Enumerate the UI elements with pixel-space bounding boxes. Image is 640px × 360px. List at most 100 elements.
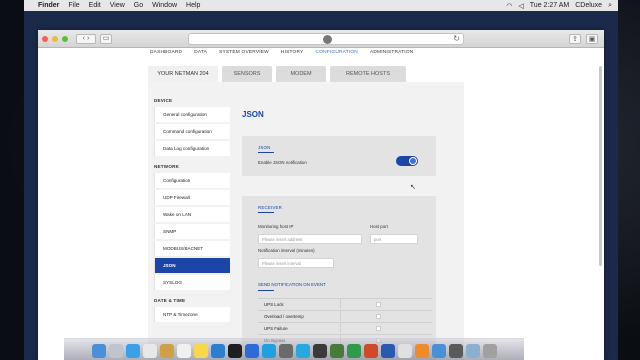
trash-icon[interactable] <box>482 344 497 358</box>
sidebar-item-json[interactable]: JSON <box>154 258 230 273</box>
volume-icon[interactable]: ◁ <box>518 2 523 10</box>
launchpad-icon[interactable] <box>108 344 123 358</box>
sidebar-item-data-log-configuration[interactable]: Data Log configuration <box>154 141 230 156</box>
zoom-window-icon[interactable] <box>62 35 68 42</box>
sidebar-item-modbus-bacnet[interactable]: MODBUS/BACNET <box>154 241 230 256</box>
sidebar-item-general-configuration[interactable]: General configuration <box>154 107 230 122</box>
event-row-ups-failure: UPS Failure <box>258 322 432 333</box>
section-network-title: NETWORK <box>154 164 180 169</box>
preview-icon[interactable] <box>397 344 412 358</box>
skype-icon[interactable] <box>261 344 276 358</box>
tab-remote-hosts[interactable]: REMOTE HOSTS <box>330 66 406 82</box>
app-store-icon[interactable] <box>244 344 259 358</box>
notes-icon[interactable] <box>193 344 208 358</box>
back-icon[interactable]: ‹ <box>83 35 85 42</box>
sidebar-item-wake-on-lan[interactable]: Wake on LAN <box>154 207 230 222</box>
interval-input[interactable]: Please insert interval <box>258 258 334 268</box>
menubar-user[interactable]: CDeluxe <box>575 2 602 9</box>
nav-administration[interactable]: ADMINISTRATION <box>370 50 413 55</box>
excel-icon[interactable] <box>346 344 361 358</box>
photoshop-icon[interactable] <box>295 344 310 358</box>
sidebar-toggle-icon[interactable]: ▭ <box>100 33 112 44</box>
json-panel: JSON Enable JSON notification <box>242 136 436 176</box>
column-divider <box>340 299 341 309</box>
enable-json-label: Enable JSON notification <box>258 160 307 165</box>
nav-history[interactable]: HISTORY <box>281 50 304 55</box>
sidebar-item-snmp[interactable]: SNMP <box>154 224 230 239</box>
webpage: DASHBOARD DATA SYSTEM OVERVIEW HISTORY C… <box>38 48 604 360</box>
events-underline <box>258 290 274 291</box>
receiver-panel-underline <box>258 212 274 213</box>
safari-icon[interactable] <box>125 344 140 358</box>
host-port-input[interactable]: port <box>370 234 418 244</box>
word-icon[interactable] <box>380 344 395 358</box>
back-forward-buttons[interactable]: ‹ › <box>76 33 96 44</box>
forward-icon[interactable]: › <box>87 35 89 42</box>
sidebar-item-syslog[interactable]: SYSLOG <box>154 275 230 290</box>
mouse-cursor-icon: ↖ <box>410 184 416 191</box>
browser-toolbar: ‹ › ▭ ↻ ⇪ ▣ <box>38 30 604 48</box>
sidebar-item-ntp-timezone[interactable]: NTP & Timezone <box>154 307 230 322</box>
host-ip-input[interactable]: Please insert address <box>258 234 362 244</box>
close-window-icon[interactable] <box>42 35 48 42</box>
interval-label: Notification interval (minutes) <box>258 248 315 253</box>
calendar-icon[interactable] <box>176 344 191 358</box>
mail-icon[interactable] <box>142 344 157 358</box>
config-sidebar: DEVICE General configuration Command con… <box>154 92 230 324</box>
screen: Finder File Edit View Go Window Help ◠ ◁… <box>24 0 618 360</box>
nav-configuration[interactable]: CONFIGURATION <box>315 50 357 55</box>
app-icon[interactable] <box>210 344 225 358</box>
menubar-clock[interactable]: Tue 2:27 AM <box>530 2 569 9</box>
nav-dashboard[interactable]: DASHBOARD <box>150 50 182 55</box>
terminal-icon[interactable] <box>227 344 242 358</box>
address-bar[interactable]: ↻ <box>188 33 464 45</box>
app-icon[interactable] <box>448 344 463 358</box>
firefox-icon[interactable] <box>414 344 429 358</box>
json-panel-underline <box>258 152 274 153</box>
event-checkbox[interactable] <box>376 326 381 331</box>
menu-finder[interactable]: Finder <box>38 2 59 9</box>
page-scrollbar[interactable] <box>599 66 602 266</box>
menu-file[interactable]: File <box>68 2 79 9</box>
dreamweaver-icon[interactable] <box>329 344 344 358</box>
nav-system-overview[interactable]: SYSTEM OVERVIEW <box>219 50 269 55</box>
config-tabs: YOUR NETMAN 204 SENSORS MODEM REMOTE HOS… <box>148 66 406 82</box>
menu-window[interactable]: Window <box>152 2 177 9</box>
menu-go[interactable]: Go <box>134 2 143 9</box>
app-icon[interactable] <box>312 344 327 358</box>
nav-data[interactable]: DATA <box>194 50 207 55</box>
top-navigation: DASHBOARD DATA SYSTEM OVERVIEW HISTORY C… <box>150 50 413 55</box>
sidebar-item-command-configuration[interactable]: Command configuration <box>154 124 230 139</box>
event-checkbox[interactable] <box>376 314 381 319</box>
reload-icon[interactable]: ↻ <box>453 34 460 43</box>
tabs-overview-icon[interactable]: ▣ <box>586 34 598 44</box>
event-checkbox[interactable] <box>376 302 381 307</box>
tab-your-netman[interactable]: YOUR NETMAN 204 <box>148 66 218 82</box>
sidebar-item-udp-firewall[interactable]: UDP Firewall <box>154 190 230 205</box>
finder-icon[interactable] <box>91 344 106 358</box>
tab-sensors[interactable]: SENSORS <box>222 66 272 82</box>
column-divider <box>340 311 341 321</box>
site-favicon-icon <box>323 35 332 44</box>
receiver-panel-title: RECEIVER <box>258 205 283 210</box>
share-icon[interactable]: ⇪ <box>569 34 581 44</box>
host-port-label: Host port <box>370 224 388 229</box>
menu-edit[interactable]: Edit <box>89 2 101 9</box>
powerpoint-icon[interactable] <box>363 344 378 358</box>
wifi-icon[interactable]: ◠ <box>506 2 512 10</box>
menu-help[interactable]: Help <box>186 2 200 9</box>
browser-window: ‹ › ▭ ↻ ⇪ ▣ DASHBOARD DATA SYSTEM OVERVI… <box>38 30 604 360</box>
chrome-icon[interactable] <box>431 344 446 358</box>
host-ip-label: Monitoring host IP <box>258 224 294 229</box>
enable-json-toggle[interactable] <box>396 156 418 166</box>
tab-modem[interactable]: MODEM <box>276 66 326 82</box>
spotlight-icon[interactable]: ⌕ <box>608 2 612 10</box>
system-preferences-icon[interactable] <box>278 344 293 358</box>
minimize-window-icon[interactable] <box>52 35 58 42</box>
menu-view[interactable]: View <box>110 2 125 9</box>
toggle-knob <box>409 157 417 165</box>
downloads-folder-icon[interactable] <box>465 344 480 358</box>
contacts-icon[interactable] <box>159 344 174 358</box>
mac-dock <box>64 338 524 360</box>
sidebar-item-configuration[interactable]: Configuration <box>154 173 230 188</box>
